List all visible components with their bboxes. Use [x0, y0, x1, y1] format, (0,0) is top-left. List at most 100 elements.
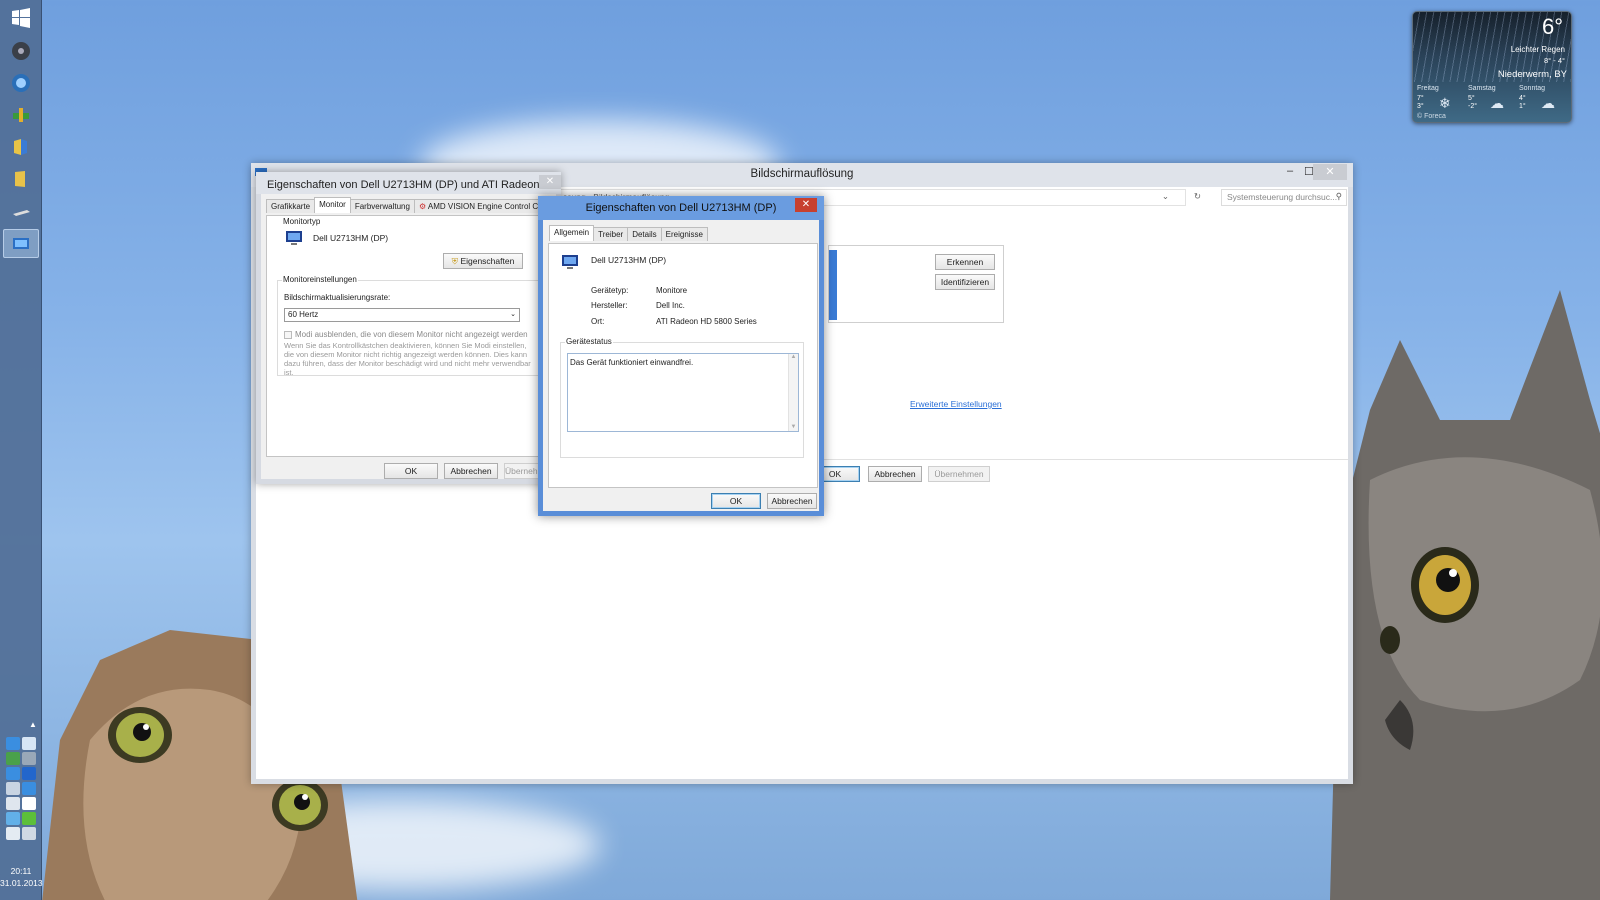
apply-button[interactable]: Übernehmen: [928, 466, 990, 482]
scroll-up-icon[interactable]: ▲: [789, 354, 798, 360]
mail-globe-icon: [12, 73, 30, 92]
monitor-name: Dell U2713HM (DP): [313, 233, 389, 243]
weather-location: Niederwerm, BY: [1497, 69, 1567, 80]
tray-icon[interactable]: [6, 812, 20, 825]
properties-button[interactable]: ⛨ Eigenschaften: [443, 253, 523, 269]
tab-details[interactable]: Details: [627, 227, 662, 241]
search-input[interactable]: Systemsteuerung durchsuc... ⚲: [1221, 189, 1347, 206]
location-value: ATI Radeon HD 5800 Series: [656, 317, 757, 326]
folder-icon: [15, 170, 25, 187]
device-name: Dell U2713HM (DP): [591, 255, 667, 265]
dialog-titlebar[interactable]: Eigenschaften von Dell U2713HM (DP) ✕: [538, 196, 824, 220]
clock-date[interactable]: 31.01.2013: [0, 878, 43, 889]
refresh-rate-select[interactable]: 60 Hertz ⌄: [284, 308, 520, 322]
network-status-icon[interactable]: [22, 827, 36, 840]
tab-panel: Dell U2713HM (DP) Gerätetyp: Monitore He…: [548, 243, 818, 488]
start-button[interactable]: [3, 3, 39, 32]
search-placeholder: Systemsteuerung durchsuc...: [1227, 192, 1338, 202]
taskbar-app-network[interactable]: [3, 100, 39, 129]
tab-grafikkarte[interactable]: Grafikkarte: [266, 199, 316, 213]
advanced-settings-link[interactable]: Erweiterte Einstellungen: [910, 399, 1002, 409]
taskbar-app-control-panel[interactable]: [3, 229, 39, 258]
cancel-button[interactable]: Abbrechen: [868, 466, 922, 482]
amd-icon: ⚙: [418, 202, 427, 211]
scrollbar[interactable]: ▲ ▼: [788, 354, 798, 431]
taskbar-app-1[interactable]: [3, 36, 39, 65]
refresh-icon[interactable]: ↻: [1194, 191, 1201, 202]
dialog-title: Eigenschaften von Dell U2713HM (DP) und …: [267, 179, 552, 191]
tab-allgemein[interactable]: Allgemein: [549, 225, 595, 241]
taskbar-app-thunderbird[interactable]: [3, 68, 39, 97]
taskbar-app-folder[interactable]: [3, 164, 39, 193]
cat-right-image: [1330, 290, 1600, 900]
taskbar: ▲ 20:11 31.01.2013: [0, 0, 43, 900]
forecast-low: 3°: [1417, 103, 1424, 110]
device-status-group: Gerätestatus Das Gerät funktioniert einw…: [560, 337, 804, 458]
tray-icon[interactable]: [6, 737, 20, 750]
minimize-button[interactable]: ‒: [1287, 165, 1293, 177]
forecast-day-name: Samstag: [1468, 85, 1496, 92]
tab-panel: Monitortyp Dell U2713HM (DP) ⛨ Eigenscha…: [266, 215, 562, 457]
ok-button[interactable]: OK: [384, 463, 438, 479]
tab-farbverwaltung[interactable]: Farbverwaltung: [349, 199, 415, 213]
weather-gadget[interactable]: 6° Leichter Regen 8° - 4° Niederwerm, BY…: [1412, 11, 1572, 123]
properties-button-label: Eigenschaften: [460, 256, 515, 266]
tab-monitor[interactable]: Monitor: [314, 197, 351, 213]
close-button[interactable]: ✕: [1313, 164, 1347, 180]
tray-expand-icon[interactable]: ▲: [29, 720, 37, 729]
refresh-rate-label: Bildschirmaktualisierungsrate:: [284, 293, 391, 302]
tray-icon[interactable]: [22, 812, 36, 825]
monitor-selection[interactable]: [829, 250, 837, 320]
dropbox-icon[interactable]: [22, 782, 36, 795]
chevron-down-icon[interactable]: ⌄: [1162, 191, 1169, 202]
hide-modes-label[interactable]: Modi ausblenden, die von diesem Monitor …: [295, 330, 528, 339]
monitor-settings-caption: Monitoreinstellungen: [282, 275, 358, 284]
hide-modes-checkbox[interactable]: [284, 331, 292, 339]
monitor-icon: [286, 231, 302, 245]
close-button[interactable]: ✕: [539, 175, 561, 189]
bluetooth-icon[interactable]: [22, 767, 36, 780]
taskbar-app-drive[interactable]: [3, 198, 39, 227]
scroll-down-icon[interactable]: ▼: [789, 424, 798, 430]
dialog-title: Eigenschaften von Dell U2713HM (DP): [585, 202, 777, 214]
forecast-day-name: Sonntag: [1519, 85, 1546, 92]
tray-icon[interactable]: [22, 797, 36, 810]
cancel-button[interactable]: Abbrechen: [767, 493, 817, 509]
snow-cloud-icon: ☁: [1541, 95, 1555, 111]
device-type-label: Gerätetyp:: [591, 286, 629, 295]
tab-bar: Grafikkarte Monitor Farbverwaltung ⚙ AMD…: [266, 197, 553, 213]
cancel-button[interactable]: Abbrechen: [444, 463, 498, 479]
device-type-value: Monitore: [656, 286, 688, 295]
tab-amd-vision[interactable]: ⚙ AMD VISION Engine Control Cen: [413, 199, 553, 213]
flag-icon[interactable]: [22, 737, 36, 750]
taskbar-app-explorer[interactable]: [3, 132, 39, 161]
forecast-day: Sonntag 4° 1° ☁: [1519, 85, 1569, 117]
system-tray: [2, 737, 40, 840]
tab-ereignisse[interactable]: Ereignisse: [660, 227, 708, 241]
identify-button[interactable]: Identifizieren: [935, 274, 995, 290]
tray-icon[interactable]: [6, 797, 20, 810]
device-status-caption: Gerätestatus: [565, 337, 613, 346]
clock-time[interactable]: 20:11: [0, 866, 42, 877]
tab-treiber[interactable]: Treiber: [593, 227, 629, 241]
device-status-textbox[interactable]: Das Gerät funktioniert einwandfrei. ▲ ▼: [567, 353, 799, 432]
location-label: Ort:: [591, 317, 605, 326]
folder-icon: [14, 138, 27, 155]
tray-icon[interactable]: [6, 782, 20, 795]
tray-icon[interactable]: [6, 752, 20, 765]
disc-icon: [12, 41, 30, 60]
tray-icon[interactable]: [6, 767, 20, 780]
search-icon[interactable]: ⚲: [1336, 191, 1342, 202]
tab-bar: Allgemein Treiber Details Ereignisse: [549, 225, 708, 241]
snow-rain-icon: ❄: [1439, 95, 1451, 111]
volume-icon[interactable]: [6, 827, 20, 840]
monitor-preview[interactable]: Erkennen Identifizieren: [828, 245, 1004, 323]
weather-condition: Leichter Regen: [1510, 45, 1565, 54]
close-button[interactable]: ✕: [795, 198, 817, 212]
dialog-titlebar[interactable]: Eigenschaften von Dell U2713HM (DP) und …: [256, 172, 561, 194]
tray-icon[interactable]: [22, 752, 36, 765]
refresh-rate-value: 60 Hertz: [288, 310, 319, 319]
ok-button[interactable]: OK: [711, 493, 761, 509]
detect-button[interactable]: Erkennen: [935, 254, 995, 270]
hide-modes-note: Wenn Sie das Kontrollkästchen deaktivier…: [284, 341, 531, 377]
